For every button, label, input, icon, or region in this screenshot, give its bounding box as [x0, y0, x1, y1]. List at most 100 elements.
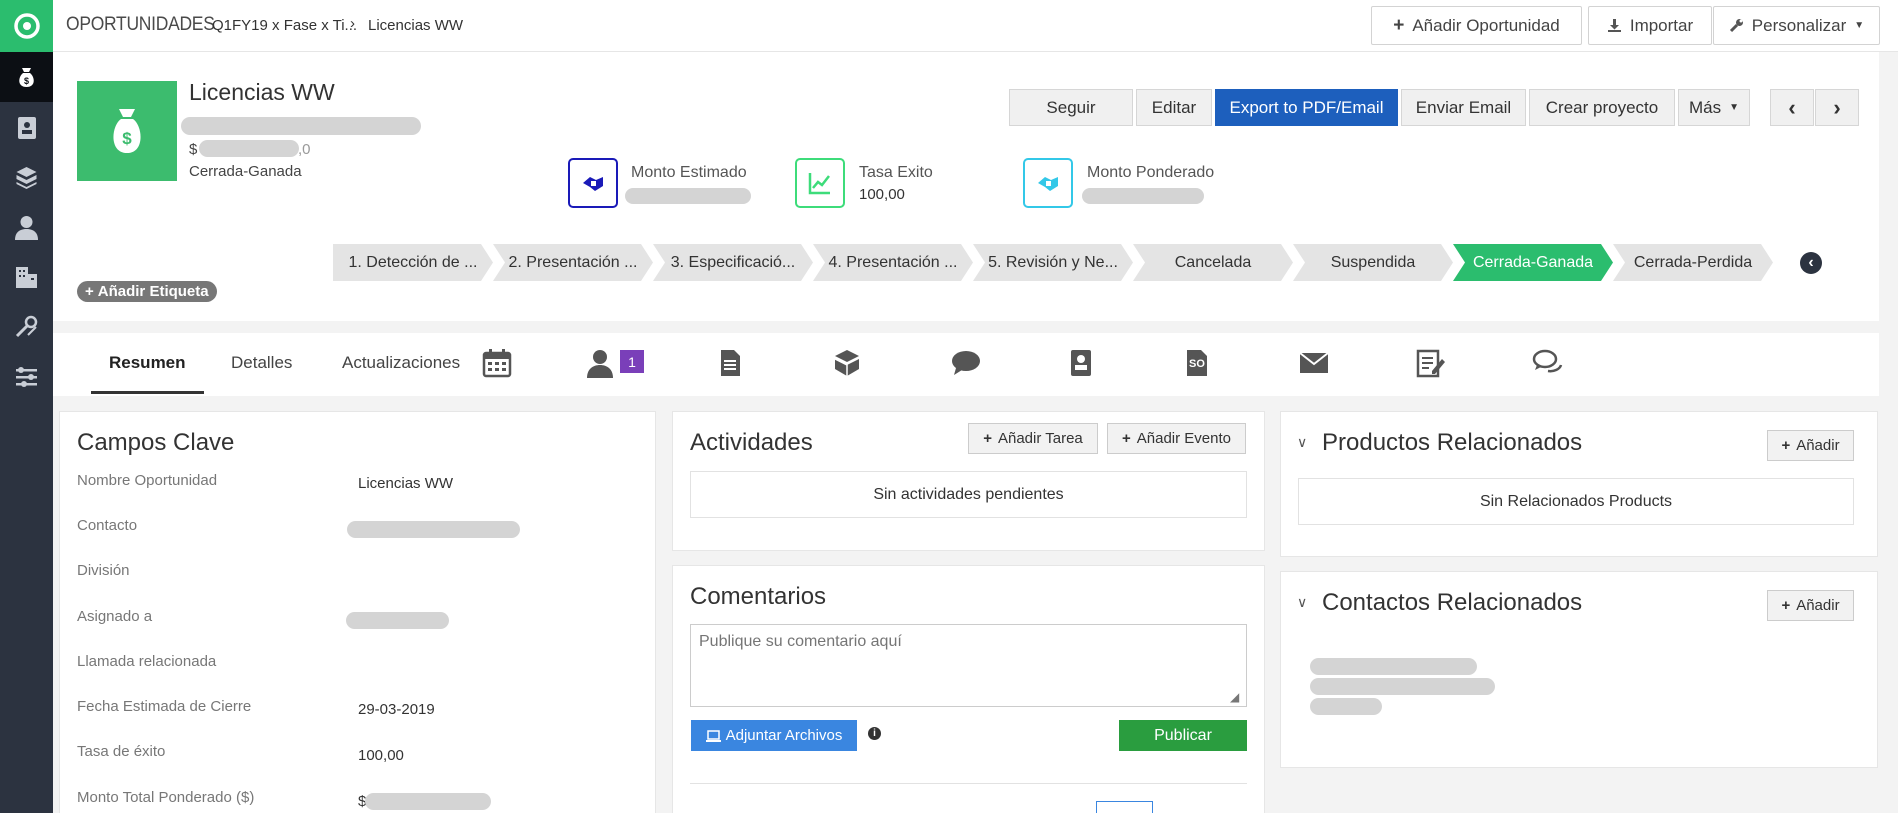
email-icon[interactable] [1298, 347, 1330, 379]
add-product-button[interactable]: + Añadir [1767, 430, 1854, 461]
key-fields-title: Campos Clave [77, 429, 235, 456]
field-value-success-rate[interactable]: 100,00 [358, 747, 404, 764]
sales-order-icon[interactable]: SO [1181, 347, 1213, 379]
contacts-icon[interactable] [584, 347, 616, 379]
products-empty-state: Sin Relacionados Products [1298, 478, 1854, 525]
export-pdf-email-button[interactable]: Export to PDF/Email [1215, 89, 1398, 126]
tab-updates[interactable]: Actualizaciones [342, 353, 460, 373]
stage-collapse-icon[interactable]: ‹ [1800, 252, 1822, 274]
redacted-contact-detail [1310, 698, 1382, 715]
chevron-right-icon: › [350, 15, 355, 32]
sidebar-item-opportunities[interactable]: $ [0, 52, 53, 102]
success-rate-icon [795, 158, 845, 208]
boxes-icon[interactable] [13, 164, 40, 191]
tools-icon[interactable] [13, 313, 40, 340]
building-icon[interactable] [13, 263, 40, 290]
chevron-right-icon: › [1833, 94, 1841, 120]
estimated-amount-icon [568, 158, 618, 208]
money-bag-icon: $ [77, 81, 177, 181]
collapse-chevron-icon[interactable]: ∨ [1297, 594, 1307, 611]
svg-text:SO: SO [1189, 358, 1205, 370]
document-icon[interactable] [714, 347, 746, 379]
redacted-assignee[interactable] [346, 612, 449, 629]
comments-title: Comentarios [690, 583, 827, 610]
redacted-contact-name[interactable] [1310, 658, 1477, 675]
kpi-label-weighted: Monto Ponderado [1087, 164, 1215, 181]
breadcrumb-list[interactable]: Q1FY19 x Fase x Ti... [212, 17, 357, 34]
previous-record-button[interactable]: ‹ [1770, 89, 1814, 126]
related-products-title: Productos Relacionados [1322, 429, 1583, 456]
user-icon[interactable] [13, 214, 40, 241]
add-contact-button[interactable]: + Añadir [1767, 590, 1854, 621]
record-title: Licencias WW [189, 79, 335, 105]
add-task-button[interactable]: + Añadir Tarea [968, 423, 1098, 454]
stage-4[interactable]: 4. Presentación ... [813, 244, 973, 281]
stage-cancelled[interactable]: Cancelada [1133, 244, 1293, 281]
sidebar: $ [0, 0, 53, 813]
stage-2[interactable]: 2. Presentación ... [493, 244, 653, 281]
comment-filter-control[interactable] [1096, 801, 1153, 813]
field-value-close-date[interactable]: 29-03-2019 [358, 701, 435, 718]
info-icon[interactable]: i [868, 727, 881, 740]
stage-closed-lost[interactable]: Cerrada-Perdida [1613, 244, 1773, 281]
redacted-contact-detail [1310, 678, 1495, 695]
collapse-chevron-icon[interactable]: ∨ [1297, 434, 1307, 451]
comment-icon[interactable] [950, 347, 982, 379]
calendar-icon[interactable] [481, 347, 513, 379]
conversations-icon[interactable] [1532, 347, 1564, 379]
edit-button[interactable]: Editar [1136, 89, 1212, 126]
plus-icon: + [85, 283, 94, 300]
tab-summary[interactable]: Resumen [109, 353, 186, 373]
contacts-count-badge: 1 [620, 350, 644, 373]
stage-suspended[interactable]: Suspendida [1293, 244, 1453, 281]
add-event-button[interactable]: + Añadir Evento [1107, 423, 1246, 454]
amount-suffix: ,0 [298, 141, 311, 158]
logo-icon[interactable] [0, 0, 53, 52]
chevron-left-icon: ‹ [1788, 94, 1796, 120]
kpi-label-success-rate: Tasa Exito [859, 164, 933, 181]
amount-prefix: $ [189, 141, 198, 158]
follow-button[interactable]: Seguir [1009, 89, 1133, 126]
address-book-icon[interactable] [13, 114, 40, 141]
more-button[interactable]: Más ▼ [1678, 89, 1750, 126]
attach-files-button[interactable]: Adjuntar Archivos [691, 720, 857, 751]
field-label: Fecha Estimada de Cierre [77, 698, 252, 715]
add-tag-button[interactable]: + Añadir Etiqueta [77, 281, 217, 302]
record-stage: Cerrada-Ganada [189, 163, 302, 180]
field-label: División [77, 562, 130, 579]
kpi-label-estimated: Monto Estimado [631, 164, 747, 181]
add-opportunity-button[interactable]: + Añadir Oportunidad [1371, 6, 1582, 45]
stage-1[interactable]: 1. Detección de ... [333, 244, 493, 281]
stage-closed-won[interactable]: Cerrada-Ganada [1453, 244, 1613, 281]
redacted-kpi-value [625, 188, 751, 204]
notes-icon[interactable] [1414, 347, 1446, 379]
field-value-name[interactable]: Licencias WW [358, 475, 453, 492]
caret-down-icon: ▼ [1854, 20, 1865, 31]
related-contacts-title: Contactos Relacionados [1322, 589, 1583, 616]
products-icon[interactable] [831, 347, 863, 379]
send-email-button[interactable]: Enviar Email [1401, 89, 1526, 126]
address-book-icon[interactable] [1065, 347, 1097, 379]
plus-icon: + [1122, 430, 1131, 447]
laptop-icon [705, 729, 721, 742]
sliders-icon[interactable] [13, 364, 40, 391]
download-icon [1607, 19, 1621, 32]
resize-handle-icon[interactable]: ◢ [1230, 690, 1239, 704]
redacted-contact[interactable] [347, 521, 520, 538]
stage-5[interactable]: 5. Revisión y Ne... [973, 244, 1133, 281]
divider [690, 783, 1247, 784]
next-record-button[interactable]: › [1815, 89, 1859, 126]
stage-3[interactable]: 3. Especificació... [653, 244, 813, 281]
wrench-icon [1729, 19, 1743, 33]
create-project-button[interactable]: Crear proyecto [1529, 89, 1675, 126]
module-title[interactable]: OPORTUNIDADES [66, 14, 215, 36]
field-label: Contacto [77, 517, 138, 534]
comment-input[interactable] [690, 624, 1247, 707]
field-label: Tasa de éxito [77, 743, 166, 760]
publish-button[interactable]: Publicar [1119, 720, 1247, 751]
plus-icon: + [1781, 597, 1791, 614]
tab-details[interactable]: Detalles [231, 353, 292, 373]
import-button[interactable]: Importar [1588, 6, 1712, 45]
customize-button[interactable]: Personalizar ▼ [1713, 6, 1880, 45]
activities-empty-state: Sin actividades pendientes [690, 471, 1247, 518]
